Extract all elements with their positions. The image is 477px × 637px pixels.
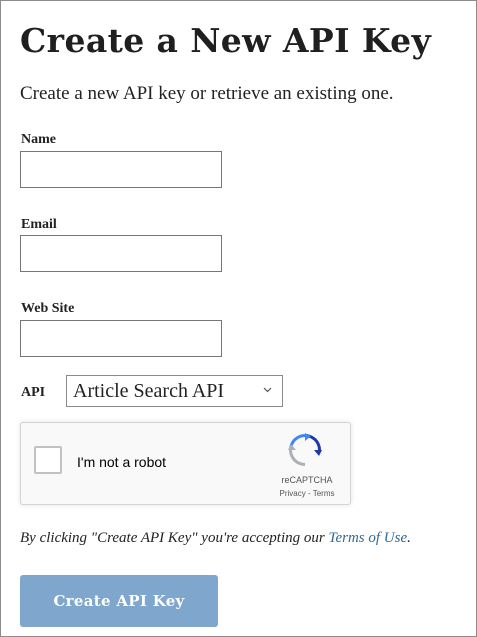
website-input[interactable] bbox=[20, 320, 222, 357]
recaptcha-logo-icon bbox=[288, 433, 322, 466]
recaptcha-widget: I'm not a robot reCAPTCHA Privacy - Term… bbox=[20, 422, 351, 505]
terms-prefix: By clicking "Create API Key" you're acce… bbox=[20, 530, 329, 546]
terms-notice: By clicking "Create API Key" you're acce… bbox=[20, 528, 411, 548]
terms-of-use-link[interactable]: Terms of Use bbox=[328, 530, 407, 546]
recaptcha-links-separator: - bbox=[305, 489, 313, 498]
recaptcha-privacy-link[interactable]: Privacy bbox=[280, 489, 306, 498]
terms-suffix: . bbox=[407, 530, 411, 546]
recaptcha-links: Privacy - Terms bbox=[267, 489, 347, 499]
page-frame: Create a New API Key Create a new API ke… bbox=[0, 0, 477, 637]
name-label: Name bbox=[21, 132, 56, 147]
recaptcha-checkbox[interactable] bbox=[34, 446, 62, 474]
chevron-down-icon bbox=[263, 387, 272, 393]
recaptcha-terms-link[interactable]: Terms bbox=[313, 489, 335, 498]
api-select-value: Article Search API bbox=[73, 380, 225, 402]
recaptcha-label: I'm not a robot bbox=[77, 454, 167, 470]
website-label: Web Site bbox=[21, 301, 75, 316]
api-label: API bbox=[21, 385, 46, 400]
page-subtitle: Create a new API key or retrieve an exis… bbox=[20, 83, 394, 104]
email-label: Email bbox=[21, 217, 57, 232]
create-api-key-button[interactable]: Create API Key bbox=[20, 575, 218, 627]
api-select[interactable]: Article Search API bbox=[66, 375, 283, 407]
email-input[interactable] bbox=[20, 235, 222, 272]
name-input[interactable] bbox=[20, 151, 222, 188]
page-title: Create a New API Key bbox=[20, 21, 432, 60]
recaptcha-brand: reCAPTCHA bbox=[281, 475, 333, 485]
